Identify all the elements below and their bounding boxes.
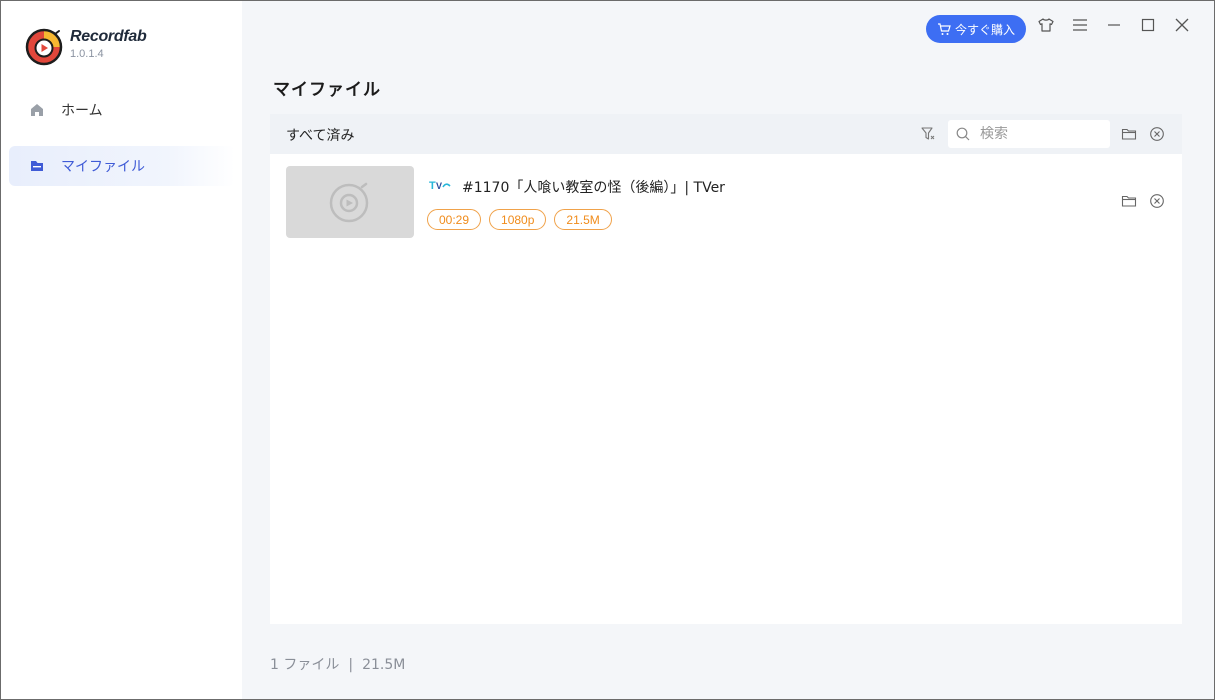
folder-icon [29, 158, 45, 174]
recordfab-logo-icon [25, 28, 63, 66]
resolution-badge: 1080p [489, 209, 547, 230]
open-folder-icon[interactable] [1121, 126, 1137, 142]
list-item[interactable]: T V #1170「人喰い教室の怪（後編）」| TVer 00:29 1080p… [270, 154, 1182, 254]
page-title: マイファイル [273, 80, 381, 100]
footer-separator: | [348, 657, 354, 673]
maximize-icon[interactable] [1136, 15, 1160, 35]
search-input[interactable] [980, 126, 1090, 142]
app-name: Recordfab [70, 28, 147, 45]
sidebar-item-my-files[interactable]: マイファイル [9, 146, 235, 186]
home-icon [29, 102, 45, 118]
search-box[interactable] [948, 120, 1110, 148]
tver-icon: T V [429, 180, 451, 192]
video-tags: 00:29 1080p 21.5M [427, 209, 612, 230]
buy-now-label: 今すぐ購入 [954, 22, 1015, 37]
svg-text:V: V [436, 181, 442, 191]
sidebar: Recordfab 1.0.1.4 ホーム マイファイル [1, 1, 242, 699]
total-size: 21.5M [362, 657, 406, 673]
cart-icon [937, 22, 951, 35]
status-filter-label[interactable]: すべて済み [286, 125, 354, 145]
sidebar-item-home[interactable]: ホーム [9, 90, 235, 130]
close-icon[interactable] [1170, 15, 1194, 35]
app-version: 1.0.1.4 [70, 48, 104, 60]
file-count: 1 ファイル [270, 657, 340, 673]
file-size-badge: 21.5M [554, 209, 612, 230]
sidebar-item-label: ホーム [61, 103, 103, 119]
menu-icon[interactable] [1068, 15, 1092, 35]
placeholder-disc-icon [329, 182, 369, 223]
search-icon [956, 127, 970, 141]
open-folder-icon[interactable] [1121, 193, 1137, 209]
app-window: Recordfab 1.0.1.4 ホーム マイファイル 今すぐ購入 マイファイ… [0, 0, 1215, 700]
filter-icon[interactable] [920, 126, 936, 142]
video-thumbnail [286, 166, 414, 238]
svg-text:T: T [429, 180, 436, 192]
files-panel: すべて済み T V #1170 [270, 114, 1182, 624]
minimize-icon[interactable] [1102, 15, 1126, 35]
duration-badge: 00:29 [427, 209, 482, 230]
panel-header: すべて済み [270, 114, 1182, 154]
clear-all-icon[interactable] [1149, 126, 1165, 142]
skin-icon[interactable] [1034, 15, 1058, 35]
buy-now-button[interactable]: 今すぐ購入 [926, 15, 1026, 43]
status-bar: 1 ファイル | 21.5M [270, 654, 405, 674]
remove-item-icon[interactable] [1149, 193, 1165, 209]
video-title: #1170「人喰い教室の怪（後編）」| TVer [462, 180, 725, 196]
sidebar-item-label: マイファイル [61, 159, 145, 175]
